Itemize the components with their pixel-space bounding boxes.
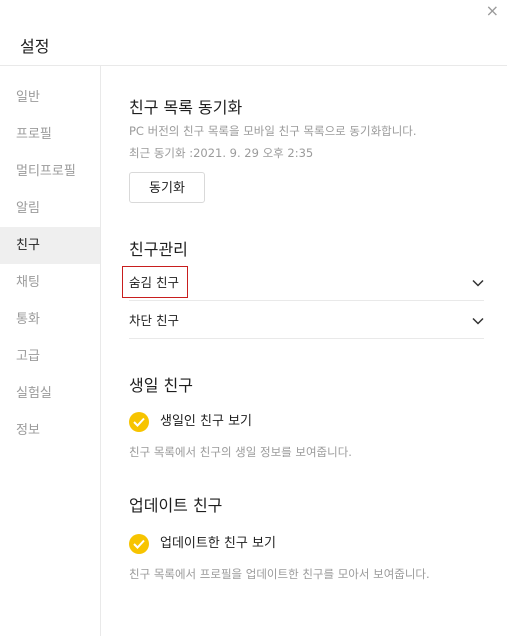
sidebar-item-general[interactable]: 일반 (0, 79, 100, 116)
highlight-box (122, 266, 188, 298)
sidebar-item-multiprofile[interactable]: 멀티프로필 (0, 153, 100, 190)
checkbox-checked-icon[interactable] (129, 412, 149, 432)
checkbox-checked-icon[interactable] (129, 534, 149, 554)
updated-description: 친구 목록에서 프로필을 업데이트한 친구를 모아서 보여줍니다. (129, 567, 430, 581)
blocked-friends-row[interactable]: 차단 친구 (129, 304, 484, 338)
birthday-heading: 생일 친구 (129, 376, 193, 395)
blocked-friends-label: 차단 친구 (129, 313, 179, 328)
sidebar-item-info[interactable]: 정보 (0, 412, 100, 449)
sidebar-item-lab[interactable]: 실험실 (0, 375, 100, 412)
sidebar-item-advanced[interactable]: 고급 (0, 338, 100, 375)
close-button[interactable]: × (486, 2, 499, 20)
chevron-down-icon (472, 317, 484, 325)
updated-heading: 업데이트 친구 (129, 496, 223, 515)
sync-button[interactable]: 동기화 (129, 172, 205, 203)
birthday-option-label: 생일인 친구 보기 (160, 414, 252, 429)
sync-description: PC 버전의 친구 목록을 모바일 친구 목록으로 동기화합니다. (129, 124, 417, 138)
row-divider (129, 300, 484, 301)
sidebar-item-profile[interactable]: 프로필 (0, 116, 100, 153)
sidebar-item-notifications[interactable]: 알림 (0, 190, 100, 227)
close-icon[interactable]: × (486, 1, 499, 20)
sidebar-item-call[interactable]: 통화 (0, 301, 100, 338)
last-sync-text: 최근 동기화 :2021. 9. 29 오후 2:35 (129, 146, 314, 160)
updated-option-label: 업데이트한 친구 보기 (160, 536, 276, 551)
sidebar-item-chat[interactable]: 채팅 (0, 264, 100, 301)
manage-heading: 친구관리 (129, 240, 188, 259)
chevron-down-icon (472, 279, 484, 287)
birthday-description: 친구 목록에서 친구의 생일 정보를 보여줍니다. (129, 445, 352, 459)
settings-content: 친구 목록 동기화 PC 버전의 친구 목록을 모바일 친구 목록으로 동기화합… (101, 66, 507, 636)
row-divider (129, 338, 484, 339)
sidebar: 일반 프로필 멀티프로필 알림 친구 채팅 통화 고급 실험실 정보 (0, 66, 101, 636)
sync-heading: 친구 목록 동기화 (129, 98, 243, 117)
window-title: 설정 (20, 37, 50, 56)
sidebar-item-friends[interactable]: 친구 (0, 227, 100, 264)
